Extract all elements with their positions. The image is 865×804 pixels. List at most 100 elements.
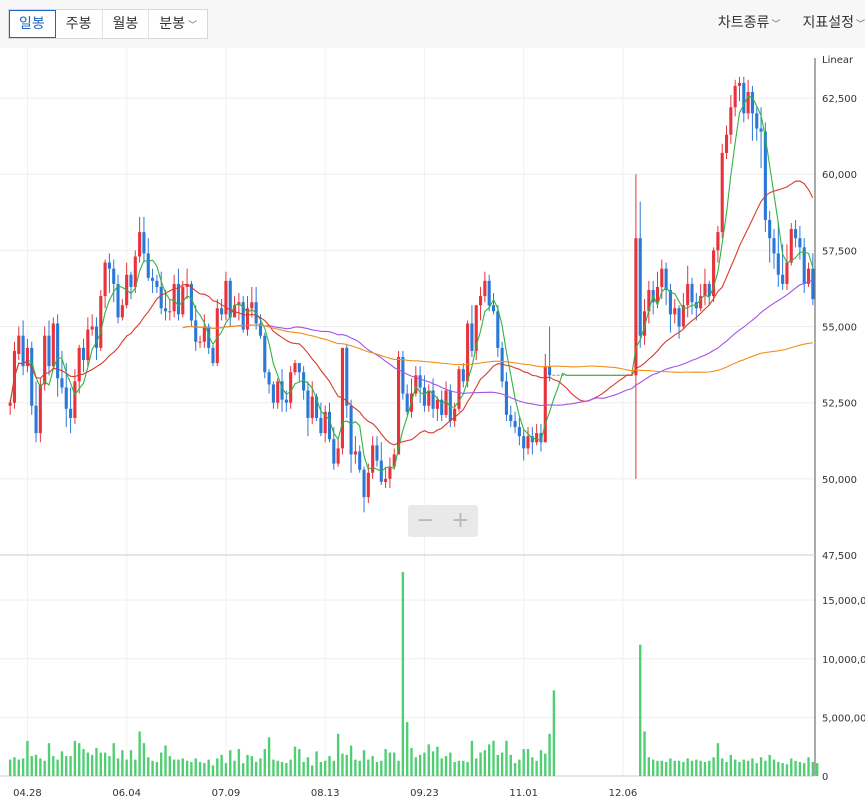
volume-bar [272,759,275,776]
volume-bar [112,743,115,776]
candle-body [293,363,297,373]
candle-body [785,262,789,284]
candle-body [729,107,733,135]
volume-bar [781,763,784,776]
volume-bar [509,754,512,776]
volume-bar [785,764,789,776]
x-tick-label: 11.01 [509,788,538,799]
candle-body [427,390,431,406]
volume-bar [552,690,556,776]
volume-bar [410,747,413,776]
volume-bar [492,740,495,776]
volume-bar [280,761,284,776]
candle-body [267,372,271,385]
tab-minute[interactable]: 분봉 ﹀ [149,10,207,38]
candle-body [86,329,90,361]
tab-monthly[interactable]: 월봉 [103,10,150,38]
volume-bar [65,756,68,776]
volume-bar [423,752,426,776]
volume-bar [466,761,469,776]
volume-bar [807,757,810,776]
candle-body [811,268,815,300]
volume-bar [777,761,780,776]
candle-body [371,445,375,473]
volume-bar [78,743,81,776]
price-tick-label: 52,500 [822,399,857,410]
volume-bar [669,758,672,776]
candle-body [759,128,763,132]
candle-body [146,253,150,278]
volume-bar [375,761,379,776]
candle-body [289,372,293,403]
volume-bar [354,759,357,776]
volume-bar [664,761,668,776]
candle-body [794,229,798,239]
volume-bar [358,760,361,776]
candle-body [655,286,660,303]
candle-body [224,280,228,315]
tab-daily[interactable]: 일봉 [9,10,56,38]
volume-bar [168,756,172,776]
chevron-down-icon: ﹀ [855,20,865,30]
volume-bar [302,761,305,776]
candle-body [366,472,370,498]
volume-bar [263,749,266,776]
candle-body [522,436,526,449]
tab-minute-label: 분봉 [159,16,186,32]
volume-bar [690,760,694,776]
candle-body [99,296,103,348]
candle-body [660,268,664,287]
candle-body [517,427,521,437]
volume-bar [138,731,141,776]
volume-bar [181,758,184,776]
candle-body [73,381,77,418]
candlesticks [8,76,815,513]
candle-body [422,387,427,406]
volume-bar [660,760,663,776]
candle-body [396,357,401,455]
volume-bar [349,745,353,776]
candle-body [51,323,55,367]
volume-bars [8,572,819,776]
volume-bar [738,761,741,776]
volume-bar [52,756,55,776]
volume-bar [759,757,763,776]
volume-bar [155,761,159,776]
volume-bar [513,763,517,776]
zoom-in-button[interactable]: + [443,505,478,537]
x-axis: 04.28 06.04 07.09 08.13 09.23 11.01 12.06 [13,788,637,799]
volume-bar [742,759,745,776]
volume-bar [505,740,508,776]
volume-bar [755,763,758,776]
candle-body [435,399,439,409]
volume-bar [328,756,331,776]
candle-body [483,280,487,297]
volume-bar [397,760,400,776]
candle-body [120,305,124,318]
candle-body [466,323,470,382]
volume-bar [125,759,128,776]
volume-bar [190,761,193,776]
volume-bar [129,750,133,776]
stock-chart[interactable]: 04.28 06.04 07.09 08.13 09.23 11.01 12.06 Line… [0,48,865,804]
candle-body [60,378,64,388]
volume-bar [401,572,405,776]
volume-bar [544,753,547,776]
candle-body [798,238,802,248]
volume-bar [708,760,711,776]
candle-body [733,85,737,108]
volume-bar [643,731,646,776]
zoom-out-button[interactable]: − [408,505,443,537]
tab-weekly[interactable]: 주봉 [56,10,103,38]
volume-bar [172,759,176,776]
volume-bar [211,765,215,776]
candle-body [155,280,159,287]
indicator-settings-dropdown[interactable]: 지표설정 ﹀ [802,12,865,32]
volume-bar [319,761,323,776]
period-tabs: 일봉 주봉 월봉 분봉 ﹀ [8,9,209,39]
chart-type-dropdown[interactable]: 차트종류 ﹀ [718,12,781,32]
candle-body [107,262,111,269]
volume-bar [237,749,241,776]
volume-bar [647,757,651,776]
volume-bar [798,761,802,776]
